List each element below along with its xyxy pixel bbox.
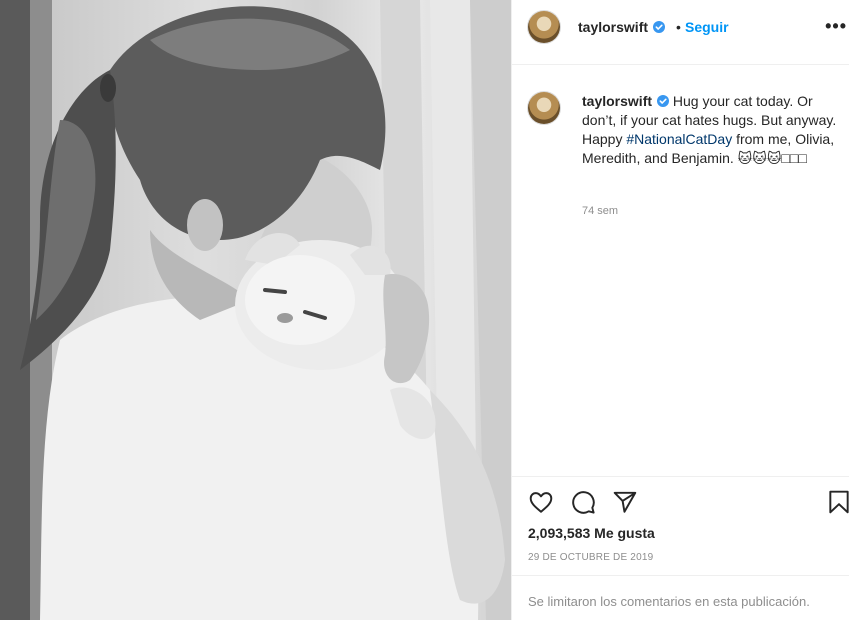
bookmark-icon[interactable] [826,489,849,515]
post-details-panel: taylorswift • Seguir ••• taylorswift Hug… [511,0,849,620]
caption-username[interactable]: taylorswift [582,93,652,109]
follow-button[interactable]: Seguir [685,19,729,35]
heart-icon[interactable] [528,489,554,515]
comments-disabled-text: Se limitaron los comentarios en esta pub… [528,594,810,609]
caption-verified-badge-icon [657,95,670,107]
header-avatar[interactable] [528,11,560,43]
separator-dot: • [676,19,681,35]
caption-hashtag-link[interactable]: #NationalCatDay [626,131,732,147]
like-count[interactable]: 2,093,583 Me gusta [528,525,655,541]
action-bar [512,476,849,527]
paper-plane-icon[interactable] [612,489,638,515]
more-options-icon[interactable]: ••• [825,16,847,37]
verified-badge-icon [653,21,666,33]
header-username[interactable]: taylorswift [578,19,666,35]
post-date[interactable]: 29 DE OCTUBRE DE 2019 [528,552,653,563]
post-header: taylorswift • Seguir ••• [512,0,849,65]
post-age[interactable]: 74 sem [582,205,618,217]
post-caption: taylorswift Hug your cat today. Or don’t… [582,92,840,168]
comment-bubble-icon[interactable] [570,489,596,515]
header-username-text[interactable]: taylorswift [578,19,648,35]
post-photo[interactable] [0,0,511,620]
comments-disabled-notice: Se limitaron los comentarios en esta pub… [512,575,849,621]
caption-avatar[interactable] [528,92,560,124]
instagram-post-view: taylorswift • Seguir ••• taylorswift Hug… [0,0,849,620]
photo-illustration [0,0,511,620]
